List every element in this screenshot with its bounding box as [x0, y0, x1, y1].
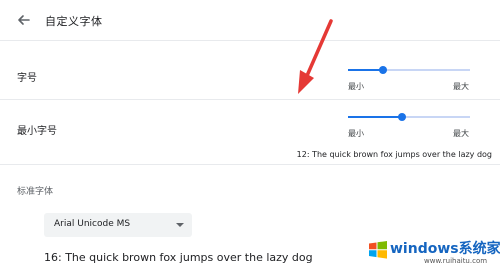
- divider: [0, 40, 500, 41]
- dropdown-caret-icon: [176, 223, 184, 227]
- standard-font-select[interactable]: Arial Unicode MS: [44, 213, 192, 237]
- slider-thumb[interactable]: [379, 66, 388, 74]
- min-font-size-min-label: 最小: [348, 129, 364, 138]
- min-font-size-max-label: 最大: [453, 129, 469, 138]
- divider: [0, 99, 500, 100]
- slider-thumb[interactable]: [397, 113, 406, 121]
- font-size-max-label: 最大: [453, 82, 469, 91]
- custom-fonts-page: 自定义字体 字号 最小 最大 最小字号 最小 最大 12: The quick …: [0, 0, 500, 274]
- windows-logo-icon: [369, 241, 387, 259]
- min-font-size-label: 最小字号: [17, 126, 57, 137]
- standard-font-value: Arial Unicode MS: [54, 219, 131, 229]
- page-title: 自定义字体: [45, 15, 103, 28]
- watermark: windows系统家园 www.ruihaitu.com: [366, 238, 500, 270]
- min-font-size-sample: 12: The quick brown fox jumps over the l…: [296, 150, 492, 159]
- red-annotation-arrow-icon: [298, 19, 333, 94]
- font-size-label: 字号: [17, 73, 37, 84]
- watermark-brand: windows系统家园: [390, 241, 500, 257]
- standard-font-sample: 16: The quick brown fox jumps over the l…: [44, 251, 313, 264]
- font-size-slider[interactable]: [348, 64, 470, 76]
- back-arrow-icon[interactable]: [16, 12, 32, 28]
- font-size-min-label: 最小: [348, 82, 364, 91]
- slider-fill: [348, 69, 384, 71]
- slider-fill: [348, 116, 402, 118]
- divider: [0, 164, 500, 165]
- standard-font-label: 标准字体: [17, 187, 54, 197]
- min-font-size-slider[interactable]: [348, 111, 470, 123]
- watermark-url: www.ruihaitu.com: [424, 257, 488, 265]
